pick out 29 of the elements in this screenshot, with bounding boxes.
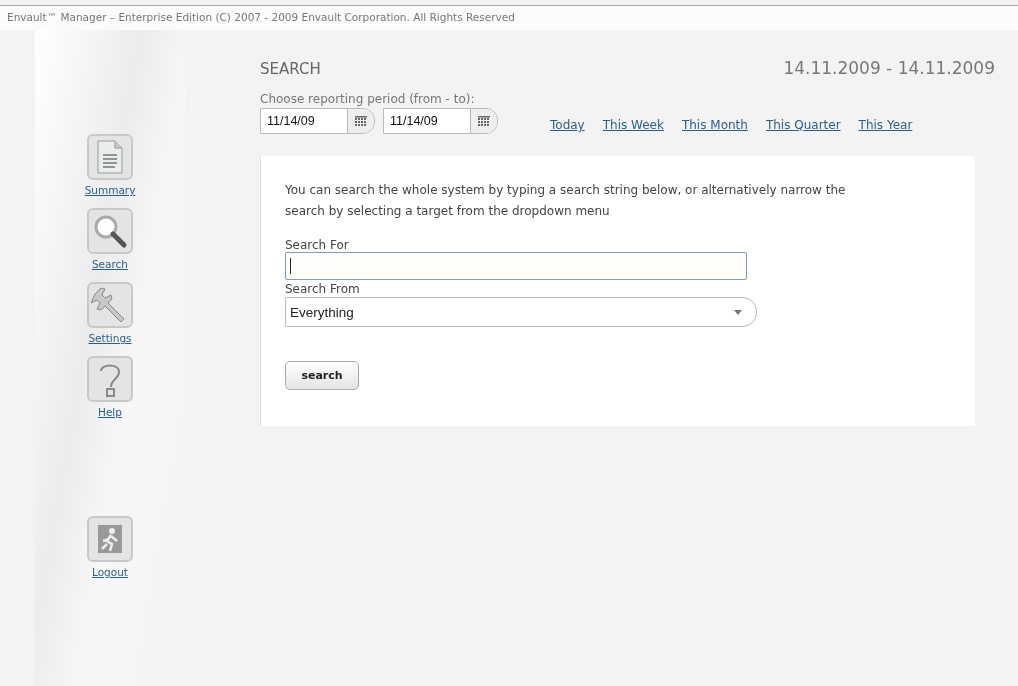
from-date-field[interactable]: 11/14/09	[260, 108, 375, 134]
nav-link[interactable]: Settings	[88, 332, 132, 344]
calendar-icon	[355, 115, 367, 127]
caret-icon	[734, 309, 742, 315]
search-button[interactable]: search	[285, 361, 359, 390]
nav-icon-button[interactable]	[87, 208, 133, 254]
search-from-dropdown[interactable]: Everything	[285, 297, 757, 327]
nav-link[interactable]: Summary	[84, 184, 136, 196]
intro-text: You can search the whole system by typing a search string below, or alternatively narrow the search by selecting a target from the dropdown menu	[285, 182, 847, 220]
to-date-field[interactable]: 11/14/09	[383, 108, 498, 134]
nav-link[interactable]: Help	[98, 406, 122, 418]
search-icon	[92, 213, 128, 249]
calendar-icon	[478, 115, 490, 127]
document-icon	[95, 139, 125, 175]
search-for-label: Search For	[285, 238, 350, 252]
search-from-label: Search From	[285, 282, 361, 296]
copyright-text: Envault™ Manager – Enterprise Edition (C) 2007 - 2009 Envault Corporation. All Rights Reserved	[7, 11, 515, 23]
nav-link[interactable]: Search	[91, 258, 129, 270]
page-title: SEARCH	[260, 60, 321, 78]
period-link[interactable]: Today	[550, 118, 585, 132]
exit-icon	[98, 525, 122, 553]
period-link[interactable]: This Quarter	[765, 118, 841, 132]
period-link[interactable]: This Week	[602, 118, 664, 132]
period-link[interactable]: This Year	[858, 118, 913, 132]
nav-link[interactable]: Logout	[92, 566, 128, 578]
date-range: 14.11.2009 - 14.11.2009	[783, 58, 995, 78]
period-label: Choose reporting period (from - to):	[260, 92, 476, 106]
period-link[interactable]: This Month	[681, 118, 748, 132]
search-field[interactable]	[285, 252, 747, 280]
